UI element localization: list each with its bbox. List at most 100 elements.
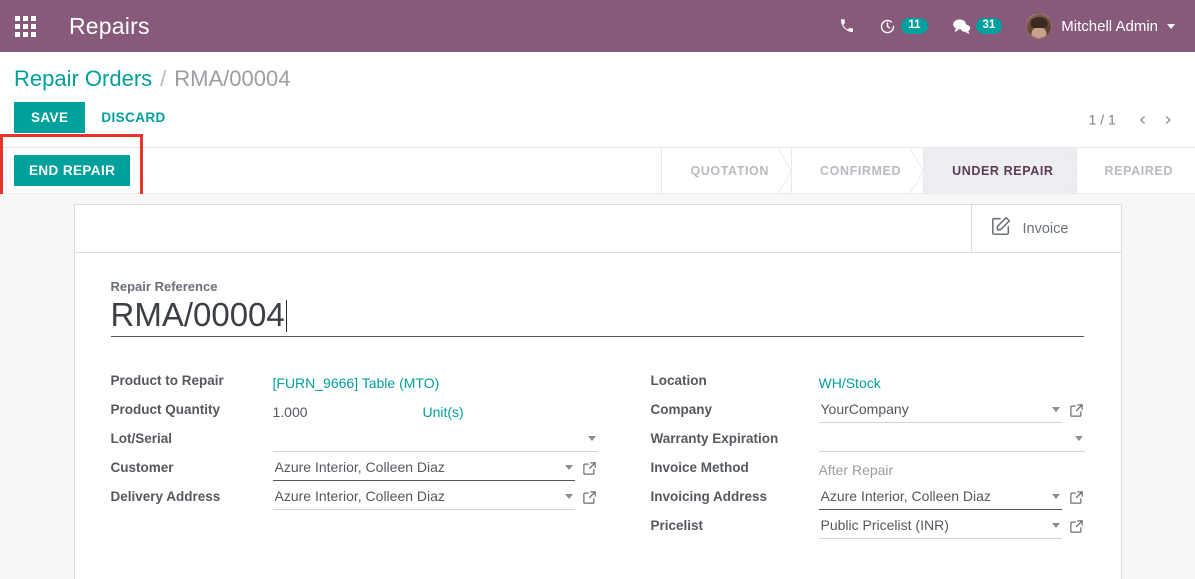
delivery-address-many2one: Azure Interior, Colleen Diaz bbox=[272, 485, 598, 510]
delivery-address-external-link-icon[interactable] bbox=[581, 489, 598, 506]
chevron-down-icon bbox=[1051, 522, 1060, 528]
field-product-to-repair: Product to Repair [FURN_9666] Table (MTO… bbox=[111, 367, 598, 396]
customer-external-link-icon[interactable] bbox=[581, 460, 598, 477]
phone-icon bbox=[839, 18, 855, 34]
pricelist-external-link-icon[interactable] bbox=[1068, 518, 1085, 535]
customer-input[interactable]: Azure Interior, Colleen Diaz bbox=[272, 456, 575, 481]
pricelist-value: Public Pricelist (INR) bbox=[820, 517, 949, 534]
lot-serial-many2one bbox=[272, 427, 598, 452]
chevron-down-icon bbox=[564, 493, 573, 499]
field-value: WH/Stock bbox=[819, 367, 1085, 394]
repair-reference-input[interactable]: RMA/00004 bbox=[110, 296, 1084, 337]
status-step-under-repair[interactable]: UNDER REPAIR bbox=[923, 148, 1077, 194]
discard-button[interactable]: DISCARD bbox=[85, 102, 181, 133]
chevron-down-icon bbox=[564, 464, 573, 470]
breadcrumb-separator: / bbox=[160, 66, 167, 91]
delivery-address-value: Azure Interior, Colleen Diaz bbox=[274, 488, 445, 505]
pricelist-input[interactable]: Public Pricelist (INR) bbox=[818, 514, 1062, 539]
field-invoice-method: Invoice Method After Repair bbox=[651, 454, 1085, 483]
invoicing-address-input[interactable]: Azure Interior, Colleen Diaz bbox=[818, 485, 1062, 510]
chevron-down-icon bbox=[1074, 435, 1083, 441]
company-many2one: YourCompany bbox=[818, 398, 1085, 423]
field-delivery-address: Delivery Address Azure Interior, Colleen… bbox=[111, 483, 598, 512]
status-step-label: REPAIRED bbox=[1104, 163, 1173, 178]
record-action-buttons: SAVE DISCARD 1 / 1 ‹ › bbox=[14, 92, 1181, 147]
messages-icon bbox=[952, 18, 971, 35]
status-step-confirmed[interactable]: CONFIRMED bbox=[791, 148, 925, 194]
product-uom-link[interactable]: Unit(s) bbox=[423, 401, 464, 420]
messages-count-badge: 31 bbox=[975, 18, 1003, 34]
user-menu-button[interactable]: Mitchell Admin bbox=[1014, 0, 1181, 52]
field-label: Warranty Expiration bbox=[650, 430, 779, 446]
top-navbar: Repairs 11 31 Mitchell Admin bbox=[0, 0, 1195, 52]
field-location: Location WH/Stock bbox=[651, 367, 1085, 396]
chevron-down-icon bbox=[1051, 406, 1060, 412]
location-link[interactable]: WH/Stock bbox=[819, 372, 881, 391]
activities-button[interactable]: 11 bbox=[867, 0, 939, 52]
delivery-address-input[interactable]: Azure Interior, Colleen Diaz bbox=[272, 485, 575, 510]
customer-value: Azure Interior, Colleen Diaz bbox=[274, 459, 445, 476]
invoice-smart-button-label: Invoice bbox=[1022, 220, 1069, 237]
form-body: Repair Reference RMA/00004 Product to Re… bbox=[75, 253, 1121, 579]
app-title: Repairs bbox=[69, 12, 150, 39]
product-quantity-value[interactable]: 1.000 bbox=[273, 401, 423, 420]
field-value: Azure Interior, Colleen Diaz bbox=[272, 483, 598, 510]
company-external-link-icon[interactable] bbox=[1068, 402, 1085, 419]
field-pricelist: Pricelist Public Pricelist (INR) bbox=[651, 512, 1085, 541]
statusbar-spacer bbox=[130, 148, 661, 193]
phone-button[interactable] bbox=[827, 0, 867, 52]
field-product-quantity: Product Quantity 1.000 Unit(s) bbox=[111, 396, 598, 425]
pager-previous-button[interactable]: ‹ bbox=[1130, 108, 1156, 131]
field-value: YourCompany bbox=[818, 396, 1085, 423]
field-value: Public Pricelist (INR) bbox=[818, 512, 1085, 539]
repair-reference-value: RMA/00004 bbox=[110, 296, 285, 333]
pager-count: 1 / 1 bbox=[1088, 111, 1116, 128]
chevron-down-icon bbox=[587, 435, 596, 441]
messages-button[interactable]: 31 bbox=[940, 0, 1015, 52]
field-label: Customer bbox=[110, 459, 174, 475]
form-sheet: Invoice Repair Reference RMA/00004 Produ… bbox=[73, 204, 1122, 579]
company-input[interactable]: YourCompany bbox=[818, 398, 1062, 423]
warranty-expiration-many2one bbox=[818, 427, 1085, 452]
invoice-method-value: After Repair bbox=[818, 461, 894, 478]
repair-reference-block: Repair Reference RMA/00004 bbox=[110, 279, 1085, 337]
field-value: Azure Interior, Colleen Diaz bbox=[272, 454, 598, 481]
status-step-quotation[interactable]: QUOTATION bbox=[661, 148, 792, 194]
apps-menu-button[interactable] bbox=[6, 7, 44, 45]
pager: 1 / 1 ‹ › bbox=[1089, 108, 1181, 131]
end-repair-button[interactable]: END REPAIR bbox=[14, 155, 131, 186]
status-step-repaired[interactable]: REPAIRED bbox=[1075, 148, 1195, 193]
field-label: Pricelist bbox=[650, 517, 704, 533]
invoicing-address-value: Azure Interior, Colleen Diaz bbox=[820, 488, 991, 505]
pager-next-button[interactable]: › bbox=[1155, 108, 1181, 131]
field-label: Product to Repair bbox=[110, 372, 224, 388]
product-to-repair-link[interactable]: [FURN_9666] Table (MTO) bbox=[273, 372, 440, 391]
text-cursor bbox=[285, 300, 288, 332]
warranty-expiration-input[interactable] bbox=[818, 427, 1085, 452]
form-right-column: Location WH/Stock Company YourCompany Wa… bbox=[598, 367, 1085, 541]
field-value: [FURN_9666] Table (MTO) bbox=[273, 367, 598, 394]
field-label: Lot/Serial bbox=[110, 430, 173, 446]
field-lot-serial: Lot/Serial bbox=[111, 425, 598, 454]
invoice-smart-button[interactable]: Invoice bbox=[970, 205, 1121, 252]
invoicing-address-many2one: Azure Interior, Colleen Diaz bbox=[818, 485, 1085, 510]
invoicing-address-external-link-icon[interactable] bbox=[1068, 489, 1085, 506]
field-warranty-expiration: Warranty Expiration bbox=[651, 425, 1085, 454]
field-label: Product Quantity bbox=[110, 401, 221, 417]
field-label: Delivery Address bbox=[110, 488, 221, 504]
status-step-label: UNDER REPAIR bbox=[952, 163, 1054, 178]
field-label: Location bbox=[650, 372, 707, 388]
breadcrumb: Repair Orders / RMA/00004 bbox=[14, 52, 1181, 92]
field-label: Invoice Method bbox=[650, 459, 749, 475]
field-value bbox=[818, 425, 1085, 452]
lot-serial-input[interactable] bbox=[272, 427, 598, 452]
clock-activity-icon bbox=[879, 18, 896, 35]
field-customer: Customer Azure Interior, Colleen Diaz bbox=[111, 454, 598, 483]
save-button[interactable]: SAVE bbox=[14, 102, 86, 133]
field-company: Company YourCompany bbox=[651, 396, 1085, 425]
field-value: 1.000 Unit(s) bbox=[273, 396, 598, 423]
status-step-label: CONFIRMED bbox=[820, 163, 902, 178]
end-repair-button-wrapper: END REPAIR bbox=[0, 134, 144, 206]
breadcrumb-root-link[interactable]: Repair Orders bbox=[14, 66, 152, 92]
form-columns: Product to Repair [FURN_9666] Table (MTO… bbox=[111, 367, 1085, 541]
